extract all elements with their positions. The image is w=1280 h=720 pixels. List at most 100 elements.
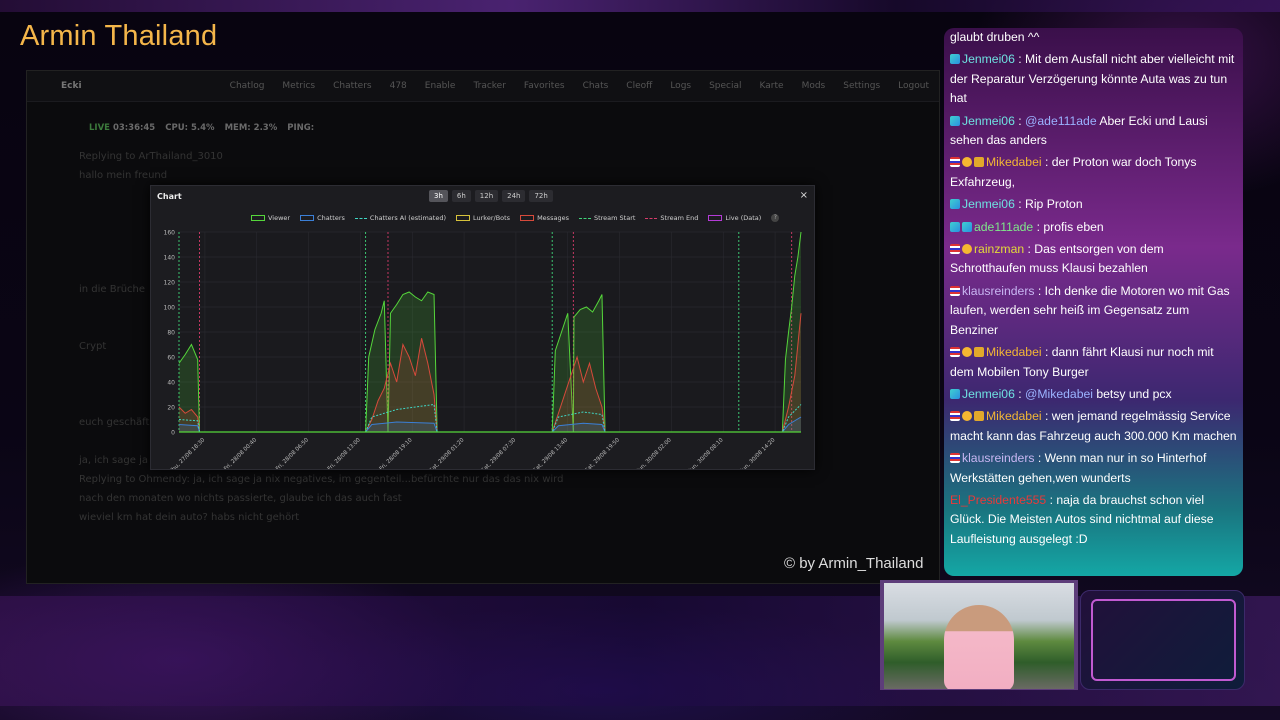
y-tick-label: 160 <box>164 230 176 237</box>
coin-badge-icon <box>962 411 972 422</box>
chat-username[interactable]: Mikedabei <box>986 155 1042 169</box>
stream-chat-overlay: glaubt druben ^^ Jenmei06 : Mit dem Ausfa… <box>944 28 1243 576</box>
x-tick-label: Fri, 28/08 13:00 <box>327 437 362 469</box>
chat-message: klausreinders : Wenn man nur in so Hinte… <box>950 449 1240 488</box>
chat-message: El_Presidente555 : naja da brauchst scho… <box>950 491 1240 549</box>
y-tick-label: 60 <box>167 355 175 362</box>
chat-username[interactable]: klausreinders <box>962 451 1034 465</box>
dashboard-chat-line: Replying to Ohmendy: ja, ich sage ja nix… <box>79 474 564 485</box>
sub-badge-icon <box>950 199 960 210</box>
dashboard-nav-item[interactable]: Tracker <box>473 81 505 91</box>
y-tick-label: 140 <box>164 255 176 262</box>
x-tick-label: Sun, 30/08 08:10 <box>687 437 725 469</box>
flag-badge-icon <box>950 285 960 296</box>
chat-username[interactable]: klausreinders <box>962 284 1034 298</box>
chat-message: klausreinders : Ich denke die Motoren wo… <box>950 282 1240 340</box>
flag-badge-icon <box>950 157 960 168</box>
x-tick-label: Fri, 28/08 00:40 <box>223 437 258 469</box>
coin-badge-icon <box>962 157 972 168</box>
chat-message: ade111ade : profis eben <box>950 218 1240 237</box>
dashboard-nav-item[interactable]: Chatters <box>333 81 372 91</box>
chat-username[interactable]: Jenmei06 <box>962 52 1015 66</box>
chat-text: : @Mikedabei betsy und pcx <box>1018 386 1172 401</box>
streamer-figure <box>944 605 1014 689</box>
chat-message: Mikedabei : der Proton war doch Tonys Ex… <box>950 153 1240 192</box>
crown-badge-icon <box>974 347 984 358</box>
chat-username[interactable]: Jenmei06 <box>962 114 1015 128</box>
dashboard-topbar: Ecki Chatlog Metrics Chatters 478 Enable Trac… <box>27 71 939 102</box>
cpu-value: 5.4% <box>190 123 215 133</box>
dashboard-app-name: Ecki <box>61 81 82 91</box>
chat-message: Jenmei06 : Rip Proton <box>950 195 1240 214</box>
y-tick-label: 40 <box>167 380 175 387</box>
chat-username[interactable]: El_Presidente555 <box>950 493 1046 507</box>
chat-mention[interactable]: @Mikedabei <box>1025 387 1093 401</box>
chat-message: Jenmei06 : @Mikedabei betsy und pcx <box>950 385 1240 404</box>
brand-title: Armin Thailand <box>20 20 218 52</box>
live-indicator: LIVE <box>89 123 110 133</box>
dashboard-nav-item[interactable]: Favorites <box>524 81 565 91</box>
dashboard-nav-item[interactable]: Special <box>709 81 741 91</box>
sub-badge-icon <box>950 115 960 126</box>
chart-modal: Chart 3h 6h 12h 24h 72h × Viewer Chatters Chat… <box>150 185 815 470</box>
chat-username[interactable]: ade111ade <box>974 220 1033 234</box>
chat-username[interactable]: Jenmei06 <box>962 387 1015 401</box>
dashboard-nav-item[interactable]: 478 <box>390 81 407 91</box>
flag-badge-icon <box>950 347 960 358</box>
coin-badge-icon <box>962 244 972 255</box>
chat-username[interactable]: Jenmei06 <box>962 197 1015 211</box>
chat-message: rainzman : Das entsorgen von dem Schrott… <box>950 240 1240 279</box>
x-tick-label: Sun, 30/08 02:00 <box>635 437 673 469</box>
dashboard-chat-line: hallo mein freund <box>79 170 168 181</box>
y-tick-label: 80 <box>167 330 175 337</box>
dashboard-chat-line: wieviel km hat dein auto? habs nicht geh… <box>79 512 300 523</box>
dashboard-nav-item[interactable]: Logout <box>898 81 929 91</box>
chat-text: glaubt druben ^^ <box>950 30 1040 44</box>
x-tick-label: Sat, 29/08 01:20 <box>429 437 466 469</box>
flag-badge-icon <box>950 244 960 255</box>
dashboard-nav-item[interactable]: Settings <box>843 81 880 91</box>
mem-label: MEM: <box>224 123 251 133</box>
mem-value: 2.3% <box>253 123 278 133</box>
x-tick-label: Sat, 29/08 13:40 <box>532 437 569 469</box>
chat-username[interactable]: Mikedabei <box>986 345 1042 359</box>
dashboard-nav-item[interactable]: Cleoff <box>626 81 652 91</box>
sub-badge-icon <box>962 221 972 232</box>
chat-mention[interactable]: @ade111ade <box>1025 114 1097 128</box>
x-tick-label: Fri, 28/08 06:50 <box>275 437 310 469</box>
dashboard-nav: Chatlog Metrics Chatters 478 Enable Tracker Fa… <box>230 81 929 91</box>
chat-message: glaubt druben ^^ <box>950 28 1240 47</box>
y-tick-label: 100 <box>164 305 176 312</box>
x-tick-label: Sat, 29/08 07:30 <box>481 437 518 469</box>
chat-message: Mikedabei : dann fährt Klausi nur noch m… <box>950 343 1240 382</box>
flag-badge-icon <box>950 411 960 422</box>
dashboard-nav-item[interactable]: Karte <box>760 81 784 91</box>
dashboard-chat-line: nach den monaten wo nichts passierte, gl… <box>79 493 402 504</box>
dashboard-nav-item[interactable]: Mods <box>802 81 826 91</box>
chat-messages: glaubt druben ^^ Jenmei06 : Mit dem Ausfa… <box>950 28 1240 552</box>
y-tick-label: 0 <box>171 430 175 437</box>
webcam-feed <box>884 583 1074 689</box>
dashboard-nav-item[interactable]: Logs <box>670 81 691 91</box>
sub-badge-icon <box>950 221 960 232</box>
chat-message: Mikedabei : wen jemand regelmässig Servi… <box>950 407 1240 446</box>
dashboard-nav-item[interactable]: Metrics <box>282 81 315 91</box>
x-tick-label: Fri, 28/08 19:10 <box>379 437 414 469</box>
dashboard-nav-item[interactable]: Chatlog <box>230 81 265 91</box>
dashboard-chat-line: Replying to ArThailand_3010 <box>79 151 223 162</box>
chat-text: : Rip Proton <box>1018 197 1083 212</box>
chart-plot: 0 20 40 60 80 100 120 140 160 Thu, 27/08 18:30 Fri… <box>164 230 802 469</box>
crown-badge-icon <box>974 157 984 168</box>
chat-text: : profis eben <box>1036 219 1104 234</box>
dashboard-nav-item[interactable]: Enable <box>425 81 456 91</box>
chat-message: Jenmei06 : @ade111ade Aber Ecki und Laus… <box>950 112 1240 151</box>
top-decor-stripe <box>0 0 1280 12</box>
crown-badge-icon <box>974 411 984 422</box>
chat-username[interactable]: Mikedabei <box>986 409 1042 423</box>
dashboard-nav-item[interactable]: Chats <box>583 81 609 91</box>
dashboard-status: LIVE 03:36:45 CPU: 5.4% MEM: 2.3% PING: <box>89 123 314 133</box>
x-tick-label: Thu, 27/08 18:30 <box>168 437 207 469</box>
sub-badge-icon <box>950 388 960 399</box>
chat-username[interactable]: rainzman <box>974 242 1024 256</box>
x-tick-label: Sat, 29/08 19:50 <box>584 437 621 469</box>
